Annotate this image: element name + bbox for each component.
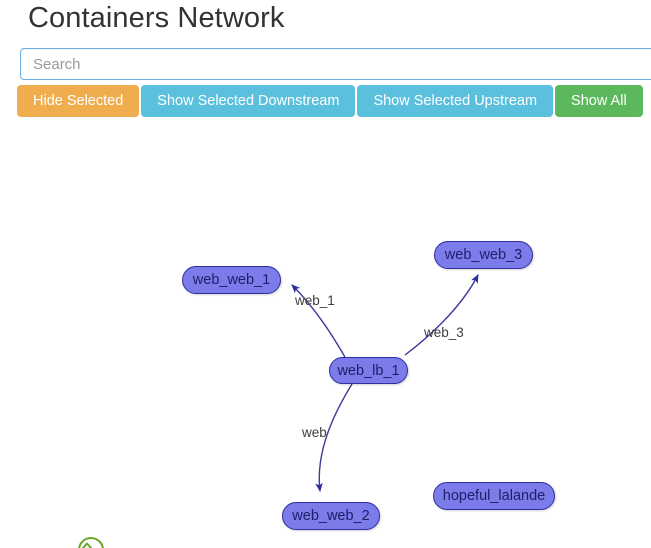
graph-node-label: web_lb_1 — [337, 362, 400, 379]
edge-web_lb_1-to-web_web_3[interactable] — [404, 274, 479, 356]
show-all-button[interactable]: Show All — [555, 85, 643, 117]
graph-node-hopeful_lalande[interactable]: hopeful_lalande — [433, 482, 555, 510]
graph-node-label: web_web_3 — [444, 247, 523, 263]
show-selected-downstream-button[interactable]: Show Selected Downstream — [141, 85, 356, 117]
page-title: Containers Network — [28, 2, 285, 34]
search-bar — [20, 48, 651, 80]
graph-node-web_web_2[interactable]: web_web_2 — [282, 502, 380, 530]
chevron-up-icon — [82, 542, 92, 548]
graph-node-label: web_web_1 — [192, 272, 271, 288]
toolbar: Hide Selected Show Selected Downstream S… — [17, 85, 651, 117]
graph-node-web_web_1[interactable]: web_web_1 — [182, 266, 281, 294]
search-input[interactable] — [20, 48, 651, 80]
graph-node-web_lb_1[interactable]: web_lb_1 — [329, 357, 408, 384]
graph-node-label: web_web_2 — [292, 508, 370, 524]
hide-selected-button[interactable]: Hide Selected — [17, 85, 140, 117]
show-selected-upstream-button[interactable]: Show Selected Upstream — [357, 85, 554, 117]
edge-label-web: web — [302, 425, 327, 440]
graph-edges-layer — [291, 274, 479, 493]
graph-node-label: hopeful_lalande — [442, 488, 546, 504]
graph-node-web_web_3[interactable]: web_web_3 — [434, 241, 533, 269]
edge-label-web_3: web_3 — [424, 325, 464, 340]
network-graph-canvas[interactable]: web_web_1 web_web_3 web_lb_1 web_web_2 h… — [0, 125, 651, 548]
edge-label-web_1: web_1 — [295, 293, 335, 308]
